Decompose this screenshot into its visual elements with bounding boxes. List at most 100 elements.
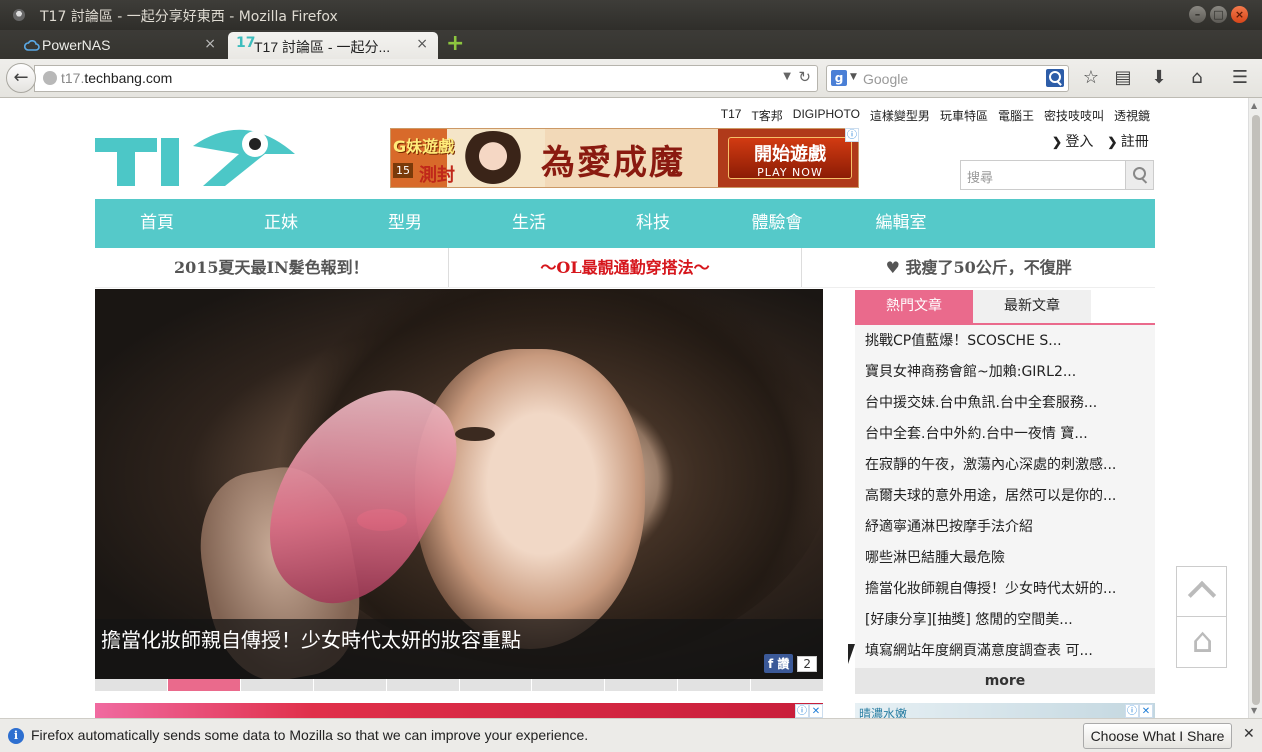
tab-t17[interactable]: 17 T17 討論區 - 一起分... × [228, 32, 438, 59]
maximize-button[interactable]: □ [1210, 6, 1227, 23]
list-item[interactable]: 填寫網站年度網頁滿意度調查表 可... [855, 637, 1155, 668]
carousel-dot[interactable] [605, 679, 678, 691]
toplink-car[interactable]: 玩車特區 [940, 107, 988, 124]
nav-item-tech[interactable]: 科技 [591, 199, 715, 248]
window-app-icon [13, 9, 25, 21]
site-search-input[interactable]: 搜尋 [960, 160, 1154, 190]
list-item[interactable]: 哪些淋巴結腫大最危險 [855, 544, 1155, 575]
facebook-like-button[interactable]: f 讚 [763, 654, 794, 673]
close-notification-icon[interactable]: ✕ [1243, 726, 1255, 742]
ad-level-badge: 15 [393, 163, 413, 178]
nav-item-girls[interactable]: 正妹 [219, 199, 343, 248]
t17-logo[interactable] [95, 122, 297, 188]
bookmarks-menu-icon[interactable]: ▤ [1112, 67, 1134, 89]
promo-link-hair[interactable]: 2015夏天最IN髮色報到！ [95, 248, 448, 287]
toplink-t17[interactable]: T17 [721, 107, 742, 124]
hero-caption[interactable]: 擔當化妝師親自傳授！少女時代太妍的妝容重點 [101, 624, 521, 653]
list-item[interactable]: [好康分享][抽獎] 悠閒的空間美... [855, 606, 1155, 637]
menu-icon[interactable]: ☰ [1229, 67, 1251, 89]
scrollbar-thumb[interactable] [1252, 115, 1260, 705]
bookmark-star-icon[interactable]: ☆ [1080, 67, 1102, 89]
side-banner-ad[interactable]: 晴濃水嫩 [855, 703, 1155, 718]
nav-item-editor[interactable]: 編輯室 [839, 199, 963, 248]
list-item[interactable]: 在寂靜的午夜，激蕩內心深處的刺激感... [855, 451, 1155, 482]
choose-what-i-share-button[interactable]: Choose What I Share [1083, 723, 1232, 749]
carousel-dot[interactable] [240, 679, 313, 691]
toplink-digiphoto[interactable]: DIGIPHOTO [793, 107, 860, 124]
cloud-icon [24, 40, 40, 51]
close-window-button[interactable]: × [1231, 6, 1248, 23]
carousel-dot[interactable] [459, 679, 532, 691]
notification-message: Firefox automatically sends some data to… [31, 727, 589, 743]
tab-new-articles[interactable]: 最新文章 [973, 290, 1091, 323]
hero-carousel[interactable]: 擔當化妝師親自傳授！少女時代太妍的妝容重點 f 讚 2 [95, 289, 823, 679]
carousel-dot[interactable] [532, 679, 605, 691]
hero-caption-bar: 擔當化妝師親自傳授！少女時代太妍的妝容重點 [95, 619, 823, 679]
ad-close-icon[interactable]: ✕ [809, 704, 823, 718]
tab-strip: PowerNAS × 17 T17 討論區 - 一起分... × + [0, 30, 1262, 59]
carousel-dot[interactable] [678, 679, 751, 691]
minimize-button[interactable]: – [1189, 6, 1206, 23]
more-button[interactable]: more [855, 668, 1155, 694]
scroll-up-icon[interactable]: ▲ [1251, 101, 1257, 110]
new-tab-icon[interactable]: + [446, 33, 464, 55]
toplink-lens[interactable]: 透視鏡 [1114, 107, 1150, 124]
toplink-tkeban[interactable]: T客邦 [751, 107, 782, 124]
back-button[interactable]: ← [6, 63, 36, 93]
adchoices-icon[interactable]: ⓘ [795, 704, 809, 718]
nav-item-men[interactable]: 型男 [343, 199, 467, 248]
bottom-banner-ad[interactable] [95, 703, 823, 718]
notification-bar: i Firefox automatically sends some data … [0, 718, 1262, 752]
list-item[interactable]: 台中援交妹.台中魚訊.台中全套服務... [855, 389, 1155, 420]
url-text[interactable]: t17.techbang.com [61, 70, 172, 86]
facebook-like[interactable]: f 讚 2 [763, 654, 817, 673]
carousel-dot[interactable] [313, 679, 386, 691]
ad-close-icon[interactable]: ✕ [1139, 704, 1153, 718]
promo-link-ol[interactable]: ～OL最靚通勤穿搭法～ [447, 248, 802, 287]
scroll-down-icon[interactable]: ▼ [1251, 706, 1257, 715]
ad-portrait [459, 131, 527, 187]
banner-ad-game[interactable]: G妹遊戲 15 測封 為愛成魔 開始遊戲 PLAY NOW [390, 128, 859, 188]
adchoices-icon[interactable]: ⓘ [1125, 704, 1139, 718]
toplink-pcadv[interactable]: 電腦王 [998, 107, 1034, 124]
google-engine-icon[interactable]: g [831, 70, 847, 86]
search-bar[interactable]: g ▼ Google [826, 65, 1069, 92]
vertical-scrollbar[interactable]: ▲ ▼ [1248, 98, 1262, 718]
site-identity-icon[interactable] [43, 71, 57, 85]
url-history-dropdown-icon[interactable]: ▼ [783, 71, 791, 82]
site-search-icon[interactable] [1125, 161, 1153, 189]
reload-icon[interactable]: ↻ [798, 68, 811, 86]
toplink-tips[interactable]: 密技吱吱叫 [1044, 107, 1104, 124]
scroll-top-icon[interactable] [1176, 566, 1227, 617]
toplink-fashion-man[interactable]: 這樣變型男 [870, 107, 930, 124]
carousel-dot-active[interactable] [167, 679, 240, 691]
register-link[interactable]: 註冊 [1107, 131, 1149, 151]
list-item[interactable]: 台中全套.台中外約.台中一夜情 寶... [855, 420, 1155, 451]
login-link[interactable]: 登入 [1052, 131, 1093, 151]
list-item[interactable]: 寶貝女神商務會館~加賴:GIRL2... [855, 358, 1155, 389]
carousel-dot[interactable] [386, 679, 459, 691]
ad-play-button[interactable]: 開始遊戲 PLAY NOW [728, 137, 852, 179]
tab-hot-articles[interactable]: 熱門文章 [855, 290, 973, 323]
tab-powernas[interactable]: PowerNAS × [16, 32, 226, 59]
close-tab-icon[interactable]: × [416, 36, 428, 52]
list-item[interactable]: 挑戰CP值藍爆！SCOSCHE S... [855, 327, 1155, 358]
nav-item-home[interactable]: 首頁 [95, 199, 219, 248]
list-item[interactable]: 紓適寧通淋巴按摩手法介紹 [855, 513, 1155, 544]
carousel-dot[interactable] [95, 679, 167, 691]
list-item[interactable]: 高爾夫球的意外用途，居然可以是你的... [855, 482, 1155, 513]
home-icon[interactable]: ⌂ [1186, 67, 1208, 89]
url-bar[interactable]: t17.techbang.com ▼ ↻ [34, 65, 818, 92]
search-go-icon[interactable] [1046, 69, 1064, 87]
nav-item-events[interactable]: 體驗會 [715, 199, 839, 248]
home-float-icon[interactable] [1176, 617, 1228, 668]
carousel-dot[interactable] [751, 679, 824, 691]
engine-dropdown-icon[interactable]: ▼ [850, 72, 857, 82]
floating-buttons [1176, 566, 1228, 668]
close-tab-icon[interactable]: × [204, 36, 216, 52]
nav-item-life[interactable]: 生活 [467, 199, 591, 248]
adchoices-icon[interactable]: ⓘ [845, 128, 859, 142]
promo-link-diet[interactable]: ♥ 我瘦了50公斤，不復胖 [801, 248, 1155, 287]
list-item[interactable]: 擔當化妝師親自傳授！少女時代太妍的... [855, 575, 1155, 606]
downloads-icon[interactable]: ⬇ [1148, 67, 1170, 89]
